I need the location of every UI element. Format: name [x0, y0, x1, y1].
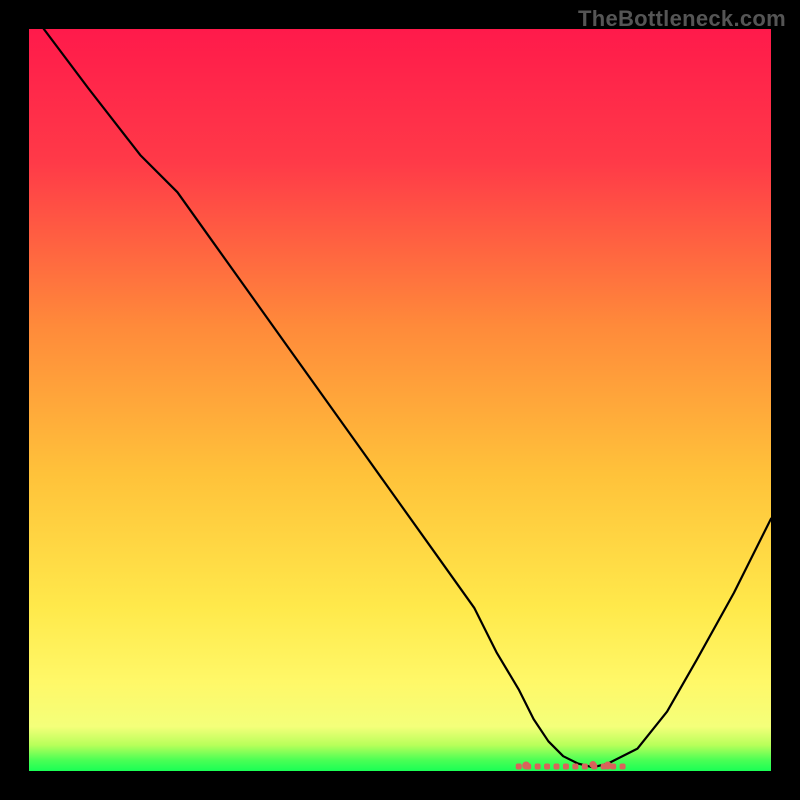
- chart-container: TheBottleneck.com: [0, 0, 800, 800]
- bottleneck-chart: [29, 29, 771, 771]
- plot-area: [29, 29, 771, 771]
- watermark-text: TheBottleneck.com: [578, 6, 786, 32]
